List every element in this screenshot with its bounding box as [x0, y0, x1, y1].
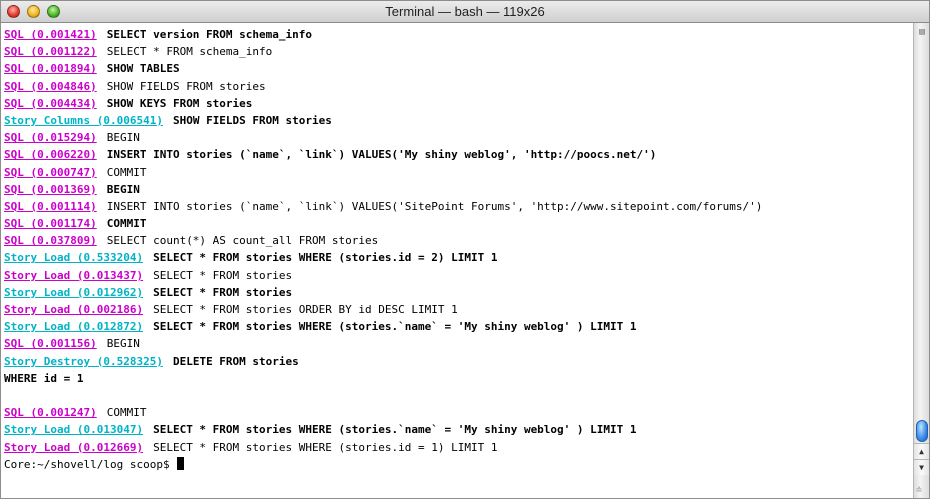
log-tag: SQL (0.037809) [4, 234, 97, 248]
prompt-line[interactable]: Core:~/shovell/log scoop$ [4, 456, 913, 473]
log-tag: Story Columns (0.006541) [4, 113, 163, 127]
log-line: SQL (0.001894) SHOW TABLES [4, 60, 913, 77]
title-bar[interactable]: Terminal — bash — 119x26 [1, 1, 929, 23]
log-line: Story Load (0.533204) SELECT * FROM stori… [4, 249, 913, 266]
log-tag: Story Load (0.002186) [4, 303, 144, 316]
log-tag: SQL (0.001894) [4, 62, 97, 76]
log-tag: SQL (0.001421) [4, 28, 97, 41]
log-statement: SELECT * FROM schema_info [106, 45, 273, 59]
log-tag: SQL (0.004434) [4, 96, 97, 110]
terminal-output[interactable]: SQL (0.001421) SELECT version FROM schema… [1, 23, 913, 498]
log-statement: BEGIN [106, 131, 140, 145]
log-tag: SQL (0.001156) [4, 337, 97, 351]
log-statement: SELECT version FROM schema_info [106, 28, 313, 41]
log-statement: BEGIN [106, 337, 140, 351]
log-statement: INSERT INTO stories (`name`, `link`) VAL… [106, 199, 763, 213]
log-line: Story Load (0.012669) SELECT * FROM stori… [4, 439, 913, 456]
log-tag: SQL (0.015294) [4, 131, 97, 145]
log-tag: Story Load (0.012669) [4, 440, 144, 454]
tail-lines: SQL (0.001247) COMMIT Story Load (0.013047… [4, 404, 913, 456]
log-tag: SQL (0.001247) [4, 406, 97, 420]
log-statement: COMMIT [106, 217, 147, 231]
log-line: SQL (0.001156) BEGIN [4, 335, 913, 352]
log-tag: Story Load (0.013047) [4, 423, 144, 437]
scroll-up-arrow[interactable]: ▲ [914, 443, 929, 459]
log-tag: SQL (0.006220) [4, 148, 97, 162]
log-line: Story Load (0.012872) SELECT * FROM stori… [4, 318, 913, 335]
log-line: SQL (0.001369) BEGIN [4, 181, 913, 198]
log-line: SQL (0.000747) COMMIT [4, 164, 913, 181]
split-pane-icon[interactable]: ▤ [917, 27, 927, 37]
shell-prompt: Core:~/shovell/log scoop$ [4, 457, 177, 471]
log-statement: INSERT INTO stories (`name`, `link`) VAL… [106, 148, 657, 162]
log-tag: SQL (0.001122) [4, 45, 97, 59]
log-line: Story Load (0.012962) SELECT * FROM stori… [4, 284, 913, 301]
log-statement: COMMIT [106, 406, 147, 420]
log-statement: BEGIN [106, 182, 140, 196]
log-tag: Story Load (0.533204) [4, 251, 144, 265]
log-tag: Story Load (0.012872) [4, 320, 144, 334]
log-tag: SQL (0.004846) [4, 79, 97, 93]
log-statement: COMMIT [106, 165, 147, 179]
log-line: SQL (0.037809) SELECT count(*) AS count_a… [4, 232, 913, 249]
log-statement: SHOW TABLES [106, 62, 180, 76]
log-line: SQL (0.001122) SELECT * FROM schema_info [4, 43, 913, 60]
log-line: SQL (0.001247) COMMIT [4, 404, 913, 421]
vertical-scrollbar[interactable]: ▤ ▲ ▼ [913, 23, 929, 498]
log-statement: SELECT * FROM stories WHERE (stories.`na… [153, 320, 637, 334]
log-line: SQL (0.001421) SELECT version FROM schema… [4, 26, 913, 43]
log-tag: Story Load (0.013437) [4, 268, 144, 282]
log-line: SQL (0.001114) INSERT INTO stories (`name… [4, 198, 913, 215]
log-statement: SHOW KEYS FROM stories [106, 96, 253, 110]
log-tag: SQL (0.001369) [4, 182, 97, 196]
text-cursor [177, 456, 185, 470]
log-tag: SQL (0.000747) [4, 165, 97, 179]
log-line: Story Load (0.013437) SELECT * FROM stori… [4, 267, 913, 284]
log-tag: SQL (0.001174) [4, 217, 97, 231]
log-statement: SELECT * FROM stories WHERE (stories.id … [153, 440, 498, 454]
log-statement: SELECT count(*) AS count_all FROM storie… [106, 234, 379, 248]
log-lines: SQL (0.001421) SELECT version FROM schema… [4, 26, 913, 370]
log-line: Story Destroy (0.528325) DELETE FROM stor… [4, 353, 913, 370]
log-statement: SHOW FIELDS FROM stories [172, 113, 332, 127]
log-statement: SHOW FIELDS FROM stories [106, 79, 266, 93]
resize-grip-icon[interactable]: ≐ [916, 485, 928, 497]
window-title: Terminal — bash — 119x26 [385, 4, 545, 19]
log-line: Story Columns (0.006541) SHOW FIELDS FROM… [4, 112, 913, 129]
log-line: Story Load (0.002186) SELECT * FROM stori… [4, 301, 913, 318]
log-statement: SELECT * FROM stories [153, 268, 293, 282]
log-statement: SELECT * FROM stories WHERE (stories.id … [153, 251, 498, 265]
log-tag: Story Destroy (0.528325) [4, 354, 163, 368]
scroll-thumb[interactable] [916, 420, 928, 442]
wrapped-line-text: WHERE id = 1 [4, 371, 84, 385]
log-line: Story Load (0.013047) SELECT * FROM stori… [4, 421, 913, 438]
log-tag: SQL (0.001114) [4, 199, 97, 213]
log-tag: Story Load (0.012962) [4, 285, 144, 299]
log-statement: DELETE FROM stories [172, 354, 299, 368]
scroll-down-arrow[interactable]: ▼ [914, 459, 929, 475]
log-statement: SELECT * FROM stories [153, 285, 293, 299]
log-line: SQL (0.004434) SHOW KEYS FROM stories [4, 95, 913, 112]
log-statement: SELECT * FROM stories ORDER BY id DESC L… [153, 303, 458, 316]
log-line: SQL (0.006220) INSERT INTO stories (`name… [4, 146, 913, 163]
log-statement: SELECT * FROM stories WHERE (stories.`na… [153, 423, 637, 437]
wrapped-line: WHERE id = 1 [4, 370, 913, 387]
log-line: SQL (0.001174) COMMIT [4, 215, 913, 232]
log-line: SQL (0.004846) SHOW FIELDS FROM stories [4, 78, 913, 95]
terminal-window: Terminal — bash — 119x26 SQL (0.001421) S… [0, 0, 930, 499]
log-line: SQL (0.015294) BEGIN [4, 129, 913, 146]
